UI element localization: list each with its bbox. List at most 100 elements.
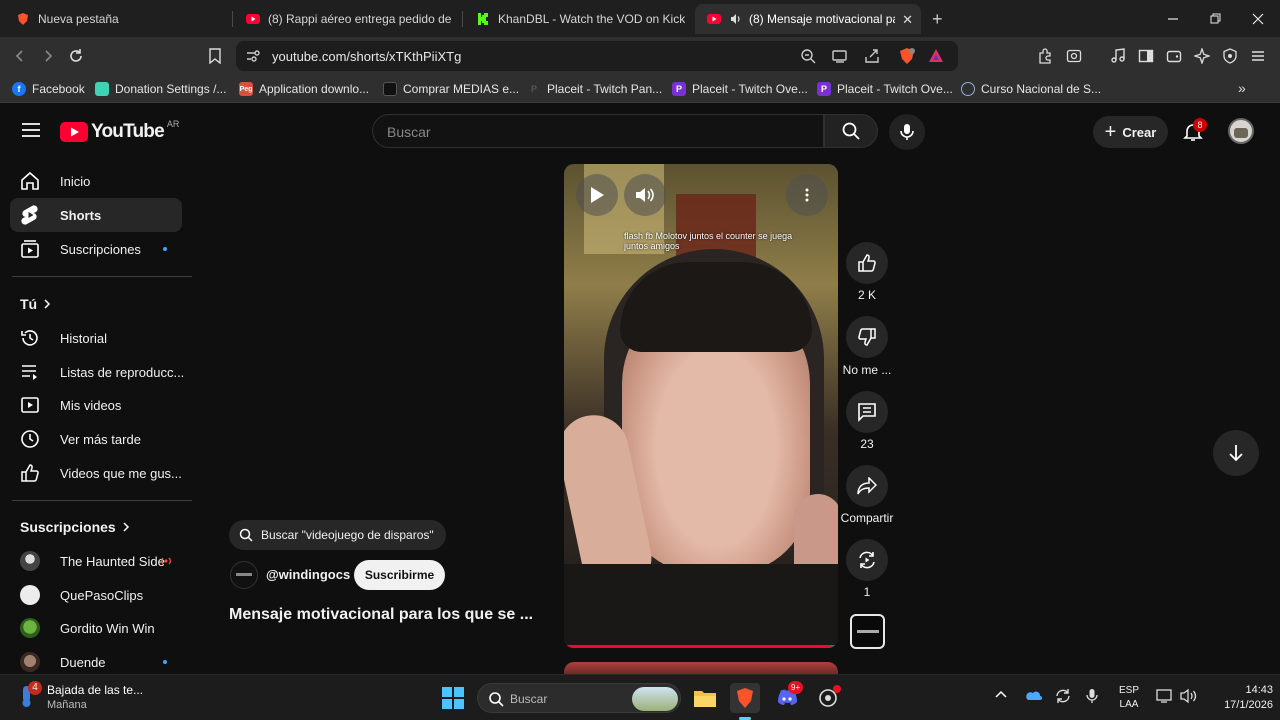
volume-button[interactable] — [624, 174, 666, 216]
bookmark-icon[interactable] — [205, 46, 225, 66]
sidebar-item-videos-que-me-gustan[interactable]: Videos que me gus... — [10, 456, 182, 490]
youtube-icon — [246, 12, 260, 26]
section-suscripciones[interactable]: Suscripciones — [20, 519, 130, 535]
wallet-icon[interactable] — [1164, 46, 1184, 66]
channel-handle[interactable]: @windingocs — [266, 567, 350, 582]
tab-rappi[interactable]: (8) Rappi aéreo entrega pedido de lá — [238, 4, 454, 34]
tab-kick[interactable]: KhanDBL - Watch the VOD on Kick — [468, 4, 688, 34]
leo-ai-icon[interactable] — [1192, 46, 1212, 66]
search-suggestion-chip[interactable]: Buscar "videojuego de disparos" — [229, 520, 446, 550]
minimize-icon[interactable] — [1163, 9, 1183, 29]
bookmark-application-download[interactable]: Peg Application downlo... — [239, 81, 369, 97]
video-progress-bar[interactable] — [564, 645, 838, 648]
screenshot-icon[interactable] — [1064, 46, 1084, 66]
brave-taskbar-icon[interactable] — [730, 683, 760, 713]
account-avatar[interactable] — [1228, 118, 1254, 144]
play-button[interactable] — [576, 174, 618, 216]
language-indicator[interactable]: ESP LAA — [1119, 684, 1139, 712]
sidebar-item-shorts[interactable]: Shorts — [10, 198, 182, 232]
chevron-up-icon[interactable] — [995, 690, 1007, 698]
more-options-button[interactable] — [786, 174, 828, 216]
bookmark-facebook[interactable]: f Facebook — [12, 81, 85, 97]
brave-shields-icon[interactable] — [898, 47, 916, 65]
back-icon[interactable] — [10, 46, 30, 66]
bookmark-placeit-2[interactable]: P Placeit - Twitch Ove... — [672, 81, 808, 97]
subscription-the-haunted-side[interactable]: The Haunted Side — [10, 544, 182, 578]
hamburger-menu-icon[interactable] — [22, 123, 40, 137]
sidebar-item-inicio[interactable]: Inicio — [10, 164, 182, 198]
short-title[interactable]: Mensaje motivacional para los que se ... — [229, 606, 533, 624]
windows-start-icon[interactable] — [438, 683, 468, 713]
subscription-quepasoclips[interactable]: QuePasoClips — [10, 578, 182, 612]
sidebar-item-suscripciones[interactable]: Suscripciones — [10, 232, 182, 266]
close-tab-icon[interactable]: ✕ — [902, 12, 913, 28]
short-video-player[interactable]: flash fb Molotov juntos el counter se ju… — [564, 164, 838, 648]
address-bar[interactable]: youtube.com/shorts/xTKthPiiXTg — [236, 41, 958, 71]
app-icon-white[interactable] — [813, 683, 843, 713]
clock[interactable]: 14:43 17/1/2026 — [1203, 683, 1273, 713]
search-button[interactable] — [824, 114, 878, 148]
sidebar-toggle-icon[interactable] — [1136, 46, 1156, 66]
sidebar-item-historial[interactable]: Historial — [10, 321, 182, 355]
bookmark-curso-nacional[interactable]: Curso Nacional de S... — [961, 81, 1101, 97]
forward-icon[interactable] — [38, 46, 58, 66]
windows-taskbar: 4 Bajada de las te... Mañana Buscar 9+ E… — [0, 674, 1280, 720]
create-button[interactable]: + Crear — [1093, 116, 1168, 148]
news-title[interactable]: Bajada de las te... — [47, 683, 143, 697]
brave-rewards-icon[interactable] — [928, 48, 944, 64]
vpn-icon[interactable] — [1220, 46, 1240, 66]
subscribe-button[interactable]: Suscribirme — [354, 560, 445, 590]
sidebar-item-listas[interactable]: Listas de reproducc... — [10, 355, 184, 389]
weather-widget-icon[interactable]: 4 — [16, 681, 42, 711]
file-explorer-icon[interactable] — [690, 683, 720, 713]
taskbar-search-input[interactable]: Buscar — [477, 683, 681, 713]
notifications-button[interactable]: 8 — [1183, 118, 1207, 142]
search-input[interactable]: Buscar — [372, 114, 824, 148]
comments-button[interactable] — [846, 391, 888, 433]
speaker-icon[interactable] — [729, 12, 743, 26]
new-tab-icon[interactable]: + — [932, 9, 943, 30]
bookmark-placeit-3[interactable]: P Placeit - Twitch Ove... — [817, 81, 953, 97]
progress-fill — [564, 645, 830, 648]
like-icon — [20, 463, 40, 483]
voice-search-button[interactable] — [889, 114, 925, 150]
sidebar-item-ver-mas-tarde[interactable]: Ver más tarde — [10, 422, 182, 456]
bookmark-donation-settings[interactable]: Donation Settings /... — [95, 81, 226, 97]
close-window-icon[interactable] — [1248, 9, 1268, 29]
speaker-tray-icon[interactable] — [1180, 688, 1198, 704]
tab-mensaje-motivacional[interactable]: (8) Mensaje motivacional para ✕ — [695, 4, 921, 34]
tab-nueva-pestana[interactable]: Nueva pestaña — [8, 4, 230, 34]
share-button[interactable] — [846, 465, 888, 507]
cast-icon[interactable] — [832, 48, 848, 64]
youtube-logo[interactable]: YouTube AR — [60, 119, 179, 143]
next-short-preview[interactable] — [564, 662, 838, 674]
zoom-icon[interactable] — [800, 48, 816, 64]
channel-avatar[interactable] — [230, 561, 258, 589]
bookmark-comprar-medias[interactable]: Comprar MEDIAS e... — [383, 81, 519, 97]
onedrive-icon[interactable] — [1024, 689, 1042, 701]
remix-button[interactable] — [846, 539, 888, 581]
subscription-gordito-win-win[interactable]: Gordito Win Win — [10, 611, 182, 645]
share-icon[interactable] — [864, 48, 880, 64]
placeit-icon: P — [817, 82, 831, 96]
like-button[interactable] — [846, 242, 888, 284]
maximize-icon[interactable] — [1205, 9, 1225, 29]
microphone-tray-icon[interactable] — [1086, 688, 1098, 704]
extensions-icon[interactable] — [1036, 46, 1056, 66]
section-tu[interactable]: Tú — [20, 296, 51, 312]
reload-icon[interactable] — [66, 46, 86, 66]
discord-badge: 9+ — [788, 681, 804, 694]
sync-icon[interactable] — [1055, 688, 1071, 704]
menu-icon[interactable] — [1248, 46, 1268, 66]
next-short-button[interactable] — [1213, 430, 1259, 476]
audio-track-thumbnail[interactable] — [850, 614, 885, 649]
dislike-button[interactable] — [846, 316, 888, 358]
music-icon[interactable] — [1108, 46, 1128, 66]
peg-icon: Peg — [239, 82, 253, 96]
more-bookmarks-icon[interactable]: » — [1238, 80, 1246, 96]
bookmark-placeit-1[interactable]: P Placeit - Twitch Pan... — [527, 81, 662, 97]
discord-icon[interactable]: 9+ — [772, 681, 804, 713]
network-icon[interactable] — [1156, 689, 1174, 703]
site-settings-icon[interactable] — [246, 49, 260, 63]
sidebar-item-mis-videos[interactable]: Mis videos — [10, 388, 182, 422]
